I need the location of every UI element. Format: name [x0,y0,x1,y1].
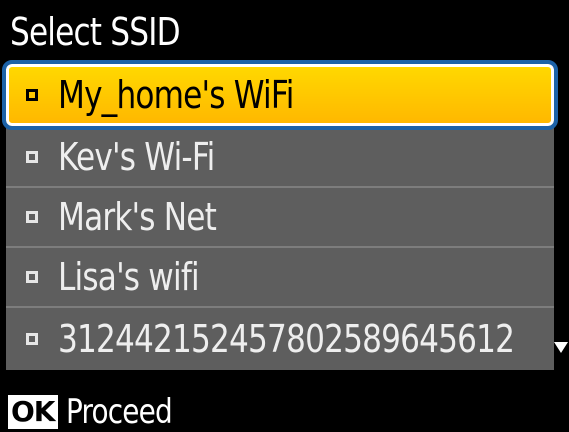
ssid-label: My_home's WiFi [58,73,294,117]
ssid-list-item[interactable]: Lisa's wifi [6,248,554,308]
scroll-down-icon [554,342,568,353]
ssid-label: Kev's Wi-Fi [58,135,215,179]
bullet-icon [26,89,38,101]
ssid-label: 312442152457802589645612 [58,317,515,361]
ssid-label: Lisa's wifi [58,255,200,299]
ssid-label: Mark's Net [58,195,217,239]
proceed-label: Proceed [65,392,173,432]
ssid-list[interactable]: My_home's WiFi Kev's Wi-Fi Mark's Net Li… [2,60,568,370]
ssid-list-item[interactable]: 312442152457802589645612 [6,308,554,370]
bullet-icon [26,333,38,345]
ssid-list-item[interactable]: Mark's Net [6,188,554,248]
bullet-icon [26,271,38,283]
ssid-list-item[interactable]: Kev's Wi-Fi [6,128,554,188]
ssid-list-item-selected[interactable]: My_home's WiFi [2,60,558,130]
bullet-icon [26,211,38,223]
bullet-icon [26,151,38,163]
screen-title: Select SSID [10,10,181,54]
footer-hint: OK Proceed [8,392,195,432]
ok-key-icon: OK [8,395,58,429]
